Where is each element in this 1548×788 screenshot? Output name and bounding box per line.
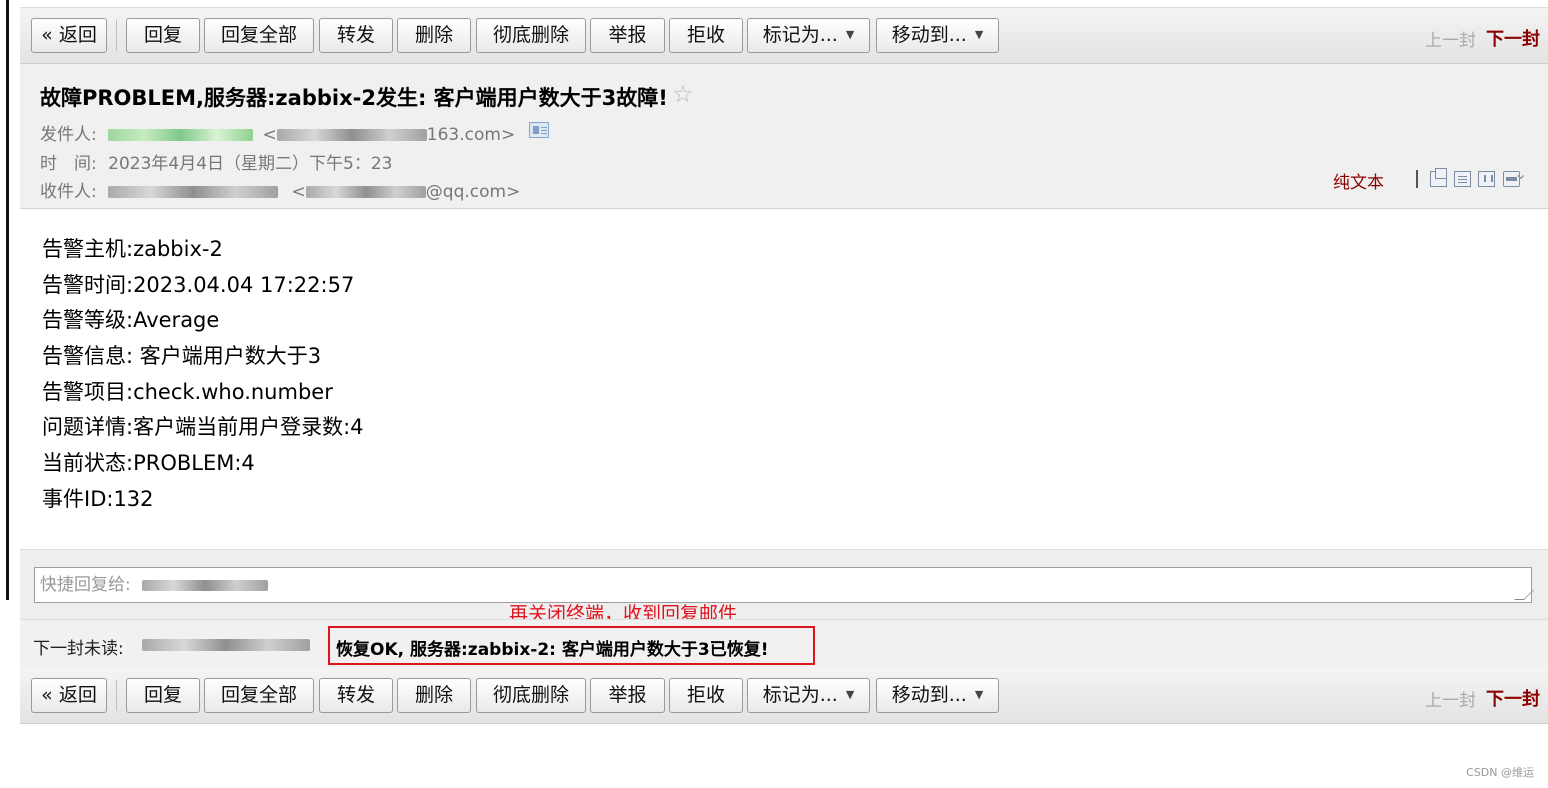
view-source-icon[interactable] bbox=[1454, 171, 1471, 187]
top-strip bbox=[20, 0, 1548, 8]
bottom-toolbar: « 返回 回复 回复全部 转发 删除 彻底删除 举报 拒收 标记为... ▼ 移动… bbox=[20, 668, 1548, 724]
forward-button[interactable]: 转发 bbox=[319, 678, 393, 713]
email-header: 故障PROBLEM,服务器:zabbix-2发生: 客户端用户数大于3故障! ☆… bbox=[20, 64, 1548, 209]
email-body: 告警主机:zabbix-2 告警时间:2023.04.04 17:22:57 告… bbox=[42, 232, 364, 518]
dropdown-arrow-icon: ▼ bbox=[845, 688, 855, 701]
move-to-label: 移动到... bbox=[891, 684, 967, 706]
reply-all-button[interactable]: 回复全部 bbox=[204, 678, 314, 713]
body-line-status: 当前状态:PROBLEM:4 bbox=[42, 451, 255, 476]
recipient-address-blurred bbox=[305, 186, 426, 198]
reply-button[interactable]: 回复 bbox=[126, 18, 200, 53]
download-icon[interactable] bbox=[1478, 171, 1495, 187]
dropdown-arrow-icon: ▼ bbox=[845, 28, 855, 41]
chevron-down-icon[interactable]: ⌄ bbox=[1514, 164, 1527, 183]
move-to-dropdown[interactable]: 移动到... ▼ bbox=[876, 18, 999, 53]
reject-button[interactable]: 拒收 bbox=[669, 678, 743, 713]
back-button[interactable]: « 返回 bbox=[31, 18, 107, 53]
mark-as-label: 标记为... bbox=[762, 684, 838, 706]
quick-reply-area: 快捷回复给: bbox=[20, 549, 1548, 619]
next-unread-bar: 下一封未读: 恢复OK, 服务器:zabbix-2: 客户端用户数大于3已恢复! bbox=[20, 619, 1548, 668]
next-email-link[interactable]: 下一封 bbox=[1486, 25, 1540, 51]
recipient-name-blurred[interactable] bbox=[108, 186, 279, 198]
contact-card-icon[interactable] bbox=[529, 122, 549, 138]
mark-as-label: 标记为... bbox=[762, 24, 838, 46]
new-window-icon[interactable] bbox=[1430, 168, 1447, 187]
plain-text-link[interactable]: 纯文本 bbox=[1333, 168, 1384, 193]
next-unread-highlight[interactable]: 恢复OK, 服务器:zabbix-2: 客户端用户数大于3已恢复! bbox=[328, 626, 815, 665]
from-row: 发件人: <163.com> bbox=[40, 125, 516, 145]
email-subject: 故障PROBLEM,服务器:zabbix-2发生: 客户端用户数大于3故障! bbox=[40, 86, 668, 110]
prev-email-link[interactable]: 上一封 bbox=[1425, 686, 1476, 711]
recipient-address-suffix: @qq.com> bbox=[425, 182, 521, 202]
reject-button[interactable]: 拒收 bbox=[669, 18, 743, 53]
mark-as-dropdown[interactable]: 标记为... ▼ bbox=[747, 678, 870, 713]
from-label: 发件人: bbox=[40, 125, 97, 145]
quick-reply-placeholder: 快捷回复给: bbox=[40, 575, 131, 595]
body-line-time: 告警时间:2023.04.04 17:22:57 bbox=[42, 272, 355, 297]
mail-window: « 返回 回复 回复全部 转发 删除 彻底删除 举报 拒收 标记为... ▼ 移动… bbox=[0, 0, 1548, 788]
reply-button[interactable]: 回复 bbox=[126, 678, 200, 713]
left-border bbox=[6, 0, 9, 600]
watermark: CSDN @维运 bbox=[1466, 766, 1534, 779]
body-line-detail: 问题详情:客户端当前用户登录数:4 bbox=[42, 415, 364, 440]
dropdown-arrow-icon: ▼ bbox=[974, 688, 984, 701]
time-value: 2023年4月4日（星期二）下午5：23 bbox=[108, 154, 393, 174]
body-line-host: 告警主机:zabbix-2 bbox=[42, 237, 223, 261]
sender-name-blurred[interactable] bbox=[108, 129, 254, 141]
to-label: 收件人: bbox=[40, 182, 97, 202]
resize-grip-icon[interactable] bbox=[1514, 590, 1534, 600]
report-button[interactable]: 举报 bbox=[590, 678, 665, 713]
toolbar-divider bbox=[116, 20, 117, 51]
delete-button[interactable]: 删除 bbox=[397, 18, 471, 53]
back-button[interactable]: « 返回 bbox=[31, 678, 107, 713]
prev-email-link[interactable]: 上一封 bbox=[1425, 26, 1476, 51]
next-email-link[interactable]: 下一封 bbox=[1486, 685, 1540, 711]
body-line-message: 告警信息: 客户端用户数大于3 bbox=[42, 344, 322, 369]
body-line-item: 告警项目:check.who.number bbox=[42, 379, 333, 404]
move-to-label: 移动到... bbox=[891, 24, 967, 46]
sender-address-blurred bbox=[276, 129, 427, 141]
forward-button[interactable]: 转发 bbox=[319, 18, 393, 53]
delete-permanently-button[interactable]: 彻底删除 bbox=[476, 678, 586, 713]
next-unread-sender-blurred[interactable] bbox=[142, 639, 310, 651]
star-icon[interactable]: ☆ bbox=[672, 80, 694, 108]
time-row: 时 间: 2023年4月4日（星期二）下午5：23 bbox=[40, 149, 392, 174]
header-divider bbox=[1416, 170, 1418, 188]
next-unread-label: 下一封未读: bbox=[33, 639, 124, 659]
time-label: 时 间: bbox=[40, 154, 97, 174]
reply-all-button[interactable]: 回复全部 bbox=[204, 18, 314, 53]
delete-permanently-button[interactable]: 彻底删除 bbox=[476, 18, 586, 53]
body-line-severity: 告警等级:Average bbox=[42, 308, 220, 333]
quick-reply-input[interactable]: 快捷回复给: bbox=[34, 567, 1534, 603]
mark-as-dropdown[interactable]: 标记为... ▼ bbox=[747, 18, 870, 53]
to-row: 收件人: < @qq.com> bbox=[40, 182, 521, 202]
body-line-event-id: 事件ID:132 bbox=[42, 486, 154, 511]
delete-button[interactable]: 删除 bbox=[397, 678, 471, 713]
toolbar-divider bbox=[116, 680, 117, 711]
move-to-dropdown[interactable]: 移动到... ▼ bbox=[876, 678, 999, 713]
dropdown-arrow-icon: ▼ bbox=[974, 28, 984, 41]
report-button[interactable]: 举报 bbox=[590, 18, 665, 53]
top-toolbar: « 返回 回复 回复全部 转发 删除 彻底删除 举报 拒收 标记为... ▼ 移动… bbox=[20, 8, 1548, 64]
quick-reply-recipient-blurred bbox=[142, 579, 269, 591]
sender-address-suffix: 163.com> bbox=[426, 125, 516, 145]
next-unread-subject[interactable]: 恢复OK, 服务器:zabbix-2: 客户端用户数大于3已恢复! bbox=[336, 635, 768, 660]
